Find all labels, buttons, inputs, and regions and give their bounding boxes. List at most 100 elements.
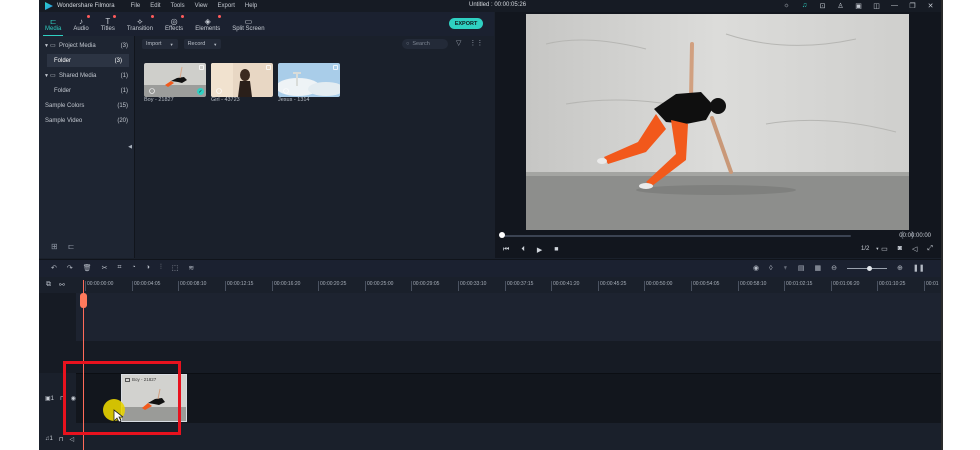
tab-transition[interactable]: ⟡ Transition <box>121 12 159 36</box>
cart-icon[interactable]: ⊡ <box>818 1 827 10</box>
new-folder-icon[interactable]: ⊞ <box>51 242 58 251</box>
audio-mixer-icon[interactable]: ≋ <box>188 264 194 272</box>
menu-file[interactable]: File <box>131 3 141 9</box>
import-dropdown[interactable]: Import ▼ <box>142 39 178 49</box>
redo-icon[interactable]: ↷ <box>67 264 73 272</box>
tree-shared-media[interactable]: ▼ ▭ Shared Media (1) <box>39 69 135 82</box>
add-track-icon[interactable]: ⧉ <box>46 281 51 289</box>
tree-shared-folder[interactable]: Folder (1) <box>39 84 135 97</box>
fullscreen-icon[interactable]: ⤢ <box>927 245 933 253</box>
media-thumb-label: Jesus - 1314 <box>278 97 310 103</box>
preview-scrubber-track[interactable] <box>501 235 851 237</box>
play-icon[interactable]: ▶ <box>537 246 542 254</box>
mic-icon[interactable]: ♆ <box>783 265 788 272</box>
media-thumb-boy[interactable]: ✓ <box>144 63 206 97</box>
lock-icon[interactable]: ⊓ <box>59 436 64 443</box>
mouse-pointer-icon <box>113 409 123 423</box>
monitor-icon[interactable]: ▭ <box>881 245 888 253</box>
collapse-panel-icon[interactable]: ◀ <box>128 144 132 150</box>
media-thumb-label: Boy - 21827 <box>144 97 174 103</box>
tab-effects-label: Effects <box>164 25 184 32</box>
elements-icon: ◈ <box>204 16 211 26</box>
frame-back-icon[interactable]: ⏴ <box>521 246 525 254</box>
tree-project-media[interactable]: ▼ ▭ Project Media (3) <box>39 39 135 52</box>
video-track-number: 1 <box>50 395 55 402</box>
tree-folder-selected[interactable]: Folder (3) <box>47 54 129 67</box>
menu-export[interactable]: Export <box>218 3 235 9</box>
tree-sample-colors[interactable]: Sample Colors (15) <box>39 99 135 112</box>
step-back-icon[interactable]: ⏮ <box>503 246 509 254</box>
marker-icon[interactable]: ◊ <box>769 265 772 272</box>
menu-edit[interactable]: Edit <box>150 3 160 9</box>
render-icon[interactable]: ◉ <box>753 264 759 272</box>
record-dropdown[interactable]: Record ▼ <box>183 39 222 49</box>
zoom-in-icon[interactable]: ⊕ <box>897 264 903 272</box>
search-icon: ○ <box>406 41 410 47</box>
playback-quality-dropdown[interactable]: 1/2 ▼ <box>861 246 879 252</box>
red-highlight-box <box>63 361 181 435</box>
ruler-tick-label: 00:00:41:20 <box>550 281 580 291</box>
tree-sample-video[interactable]: Sample Video (20) <box>39 114 135 127</box>
pause-icon[interactable]: ❚❚ <box>913 264 925 272</box>
ruler-tick-label: 00:00:29:05 <box>410 281 440 291</box>
tab-transition-label: Transition <box>126 25 153 32</box>
tab-split-screen[interactable]: ▭ Split Screen <box>226 12 270 36</box>
tab-media[interactable]: ⊏ Media <box>39 12 67 36</box>
voiceover-icon[interactable]: ▤ <box>798 264 805 272</box>
audio-track-number: 1 <box>49 436 53 442</box>
delete-icon[interactable]: 🗑 <box>83 264 92 272</box>
lightbulb-icon[interactable]: ☼ <box>782 1 791 10</box>
cut-icon[interactable]: ✂ <box>102 264 108 272</box>
girl-thumbnail-image <box>211 63 273 97</box>
menu-help[interactable]: Help <box>245 3 257 9</box>
snapshot-icon[interactable]: ◙ <box>898 245 902 253</box>
link-icon[interactable]: ⚯ <box>59 281 65 289</box>
color-icon[interactable]: ◑ <box>146 264 150 272</box>
speed-icon[interactable]: ◔ <box>131 264 135 272</box>
filter-icon[interactable]: ▽ <box>456 39 461 47</box>
snap-icon[interactable]: ▦ <box>814 264 821 272</box>
crop-icon[interactable]: ⌗ <box>118 264 122 272</box>
green-screen-icon[interactable]: ⬚ <box>172 264 179 272</box>
folder-outline-icon[interactable]: ⊏ <box>68 242 75 251</box>
menu-view[interactable]: View <box>195 3 208 9</box>
close-icon[interactable]: ✕ <box>926 1 935 10</box>
adjust-icon[interactable]: ⫶ <box>160 264 162 272</box>
ruler-tick-label: 00:01:06:20 <box>830 281 860 291</box>
music-note-icon: ♫1 <box>45 436 53 442</box>
minimize-icon[interactable]: — <box>890 1 899 10</box>
undo-icon[interactable]: ↶ <box>51 264 57 272</box>
preview-corner-icon <box>333 65 338 70</box>
tab-titles[interactable]: T Titles <box>95 12 121 36</box>
tab-titles-label: Titles <box>100 25 115 32</box>
save-icon[interactable]: ▣ <box>854 1 863 10</box>
export-button[interactable]: EXPORT <box>449 18 483 29</box>
media-thumb-jesus[interactable] <box>278 63 340 97</box>
tree-count: (3) <box>120 42 128 49</box>
in-use-check-icon: ✓ <box>197 88 204 95</box>
tab-effects[interactable]: ◎ Effects <box>159 12 189 36</box>
audio-track-header: ♫1 ⊓ ◁ <box>45 436 74 443</box>
volume-icon[interactable]: ◁ <box>912 245 917 253</box>
tab-elements[interactable]: ◈ Elements <box>189 12 226 36</box>
folder-icon: ⊏ <box>49 16 57 26</box>
grid-view-icon[interactable]: ⋮⋮ <box>469 39 483 47</box>
menu-tools[interactable]: Tools <box>171 3 185 9</box>
headset-icon[interactable]: ♫ <box>800 1 809 10</box>
stop-icon[interactable]: ■ <box>554 246 558 254</box>
ruler-tick-label: 00:00:12:15 <box>224 281 254 291</box>
notification-icon[interactable]: ◫ <box>872 1 881 10</box>
ruler-tick-label: 00:00:04:05 <box>131 281 161 291</box>
zoom-slider-handle[interactable] <box>866 265 872 271</box>
account-icon[interactable]: ♙ <box>836 1 845 10</box>
preview-scrubber-handle[interactable] <box>499 232 505 238</box>
timeline-ruler[interactable]: ⧉ ⚯ 00:00:00:00 00:00:04:05 00:00:08:10 … <box>39 277 941 293</box>
tab-audio[interactable]: ♪ Audio <box>67 12 94 36</box>
volume-icon[interactable]: ◁ <box>70 436 75 443</box>
zoom-slider[interactable] <box>846 265 887 271</box>
media-search-input[interactable]: ○ Search <box>402 39 448 49</box>
zoom-out-icon[interactable]: ⊖ <box>831 264 837 272</box>
media-thumb-girl[interactable] <box>211 63 273 97</box>
restore-icon[interactable]: ❐ <box>908 1 917 10</box>
playhead-handle[interactable] <box>80 293 87 308</box>
